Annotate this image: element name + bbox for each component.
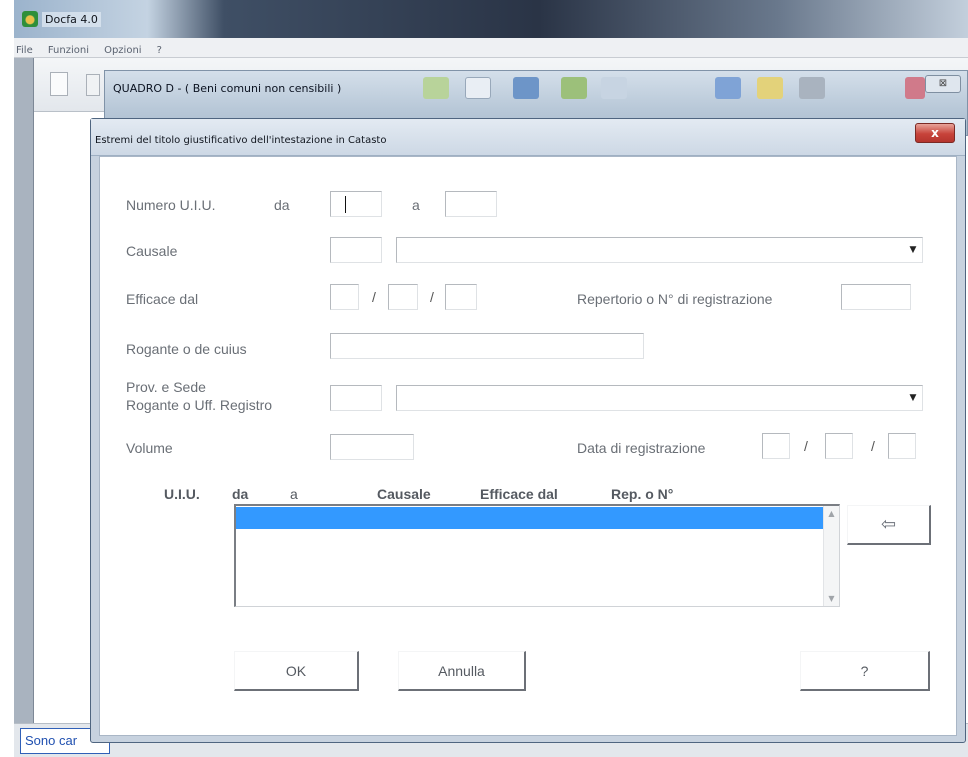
book-icon[interactable] (561, 77, 587, 99)
efficace-month-input[interactable] (388, 284, 418, 310)
list-icon[interactable] (601, 77, 627, 99)
data-registrazione-label: Data di registrazione (577, 440, 706, 456)
estremi-titolo-dialog: Estremi del titolo giustificativo dell'i… (90, 118, 966, 743)
quadro-d-title: QUADRO D - ( Beni comuni non censibili ) (113, 82, 342, 95)
selected-row[interactable] (236, 507, 824, 529)
app-titlebar: Docfa 4.0 (14, 0, 968, 38)
app-title: Docfa 4.0 (42, 12, 101, 27)
titoli-listbox[interactable]: ▲ ▼ (234, 504, 840, 607)
menu-opzioni[interactable]: Opzioni (99, 42, 146, 56)
chevron-down-icon[interactable]: ▼ (906, 389, 920, 407)
scroll-up-icon[interactable]: ▲ (824, 506, 839, 521)
print-icon[interactable] (86, 74, 100, 96)
causale-code-input[interactable] (330, 237, 382, 263)
listbox-scrollbar[interactable]: ▲ ▼ (823, 506, 839, 606)
causale-label: Causale (126, 243, 178, 259)
repertorio-label: Repertorio o N° di registrazione (577, 291, 773, 307)
docfa-app-icon (22, 11, 38, 27)
numero-da-input[interactable] (330, 191, 382, 217)
prov-sede-label-line2: Rogante o Uff. Registro (126, 397, 273, 413)
dialog-titlebar: Estremi del titolo giustificativo dell'i… (91, 119, 965, 156)
grid-header-da: da (232, 486, 249, 502)
refresh-arrow-icon: ⇦ (880, 514, 897, 535)
volume-label: Volume (126, 440, 173, 456)
volume-input[interactable] (330, 434, 414, 460)
registrazione-day-input[interactable] (762, 433, 790, 459)
tools-icon[interactable] (799, 77, 825, 99)
ok-button-label: OK (285, 663, 307, 679)
check-icon[interactable] (423, 77, 449, 99)
annulla-button-label: Annulla (438, 663, 485, 679)
help-button-label: ? (860, 663, 869, 679)
date-separator: / (430, 289, 434, 305)
date-separator: / (804, 438, 808, 454)
prov-code-input[interactable] (330, 385, 382, 411)
exit-icon[interactable] (905, 77, 925, 99)
efficace-dal-label: Efficace dal (126, 291, 199, 307)
causale-select[interactable]: ▼ (396, 237, 923, 263)
date-separator: / (871, 438, 875, 454)
text-caret (345, 196, 346, 213)
registrazione-month-input[interactable] (825, 433, 853, 459)
ok-button[interactable]: OK (234, 651, 359, 691)
efficace-year-input[interactable] (445, 284, 477, 310)
repertorio-input[interactable] (841, 284, 911, 310)
date-separator: / (372, 289, 376, 305)
app-menubar: File Funzioni Opzioni ? (14, 38, 968, 58)
prov-sede-select[interactable]: ▼ (396, 385, 923, 411)
help-button[interactable]: ? (800, 651, 930, 691)
new-document-icon[interactable] (50, 72, 68, 96)
grid-header-a: a (290, 486, 298, 502)
prov-sede-label-line1: Prov. e Sede (126, 379, 206, 395)
grid-header-repertorio: Rep. o N° (611, 486, 674, 502)
dialog-title: Estremi del titolo giustificativo dell'i… (95, 135, 387, 146)
numero-a-input[interactable] (445, 191, 497, 217)
close-button[interactable]: x (915, 123, 955, 143)
grid-header-uiu: U.I.U. (164, 486, 200, 502)
menu-funzioni[interactable]: Funzioni (43, 42, 94, 56)
grid-header-efficace-dal: Efficace dal (480, 486, 558, 502)
folder-icon[interactable] (757, 77, 783, 99)
rogante-input[interactable] (330, 333, 644, 359)
monitor-icon[interactable] (715, 77, 741, 99)
grid-header-causale: Causale (377, 486, 431, 502)
da-label: da (274, 197, 290, 213)
a-label: a (412, 197, 420, 213)
insert-record-button[interactable]: ⇦ (847, 505, 931, 545)
document-icon[interactable] (465, 77, 491, 99)
menu-file[interactable]: File (14, 42, 38, 56)
registrazione-year-input[interactable] (888, 433, 916, 459)
close-icon[interactable]: ⊠ (925, 75, 961, 93)
app-left-panel (14, 58, 34, 757)
menu-help[interactable]: ? (152, 42, 167, 56)
annulla-button[interactable]: Annulla (398, 651, 526, 691)
chevron-down-icon[interactable]: ▼ (906, 241, 920, 259)
scroll-down-icon[interactable]: ▼ (824, 591, 839, 606)
efficace-day-input[interactable] (330, 284, 359, 310)
rogante-label: Rogante o de cuius (126, 341, 247, 357)
numero-uiu-label: Numero U.I.U. (126, 197, 216, 213)
save-icon[interactable] (513, 77, 539, 99)
dialog-content: Numero U.I.U. da a Causale ▼ Efficace da… (99, 156, 957, 736)
